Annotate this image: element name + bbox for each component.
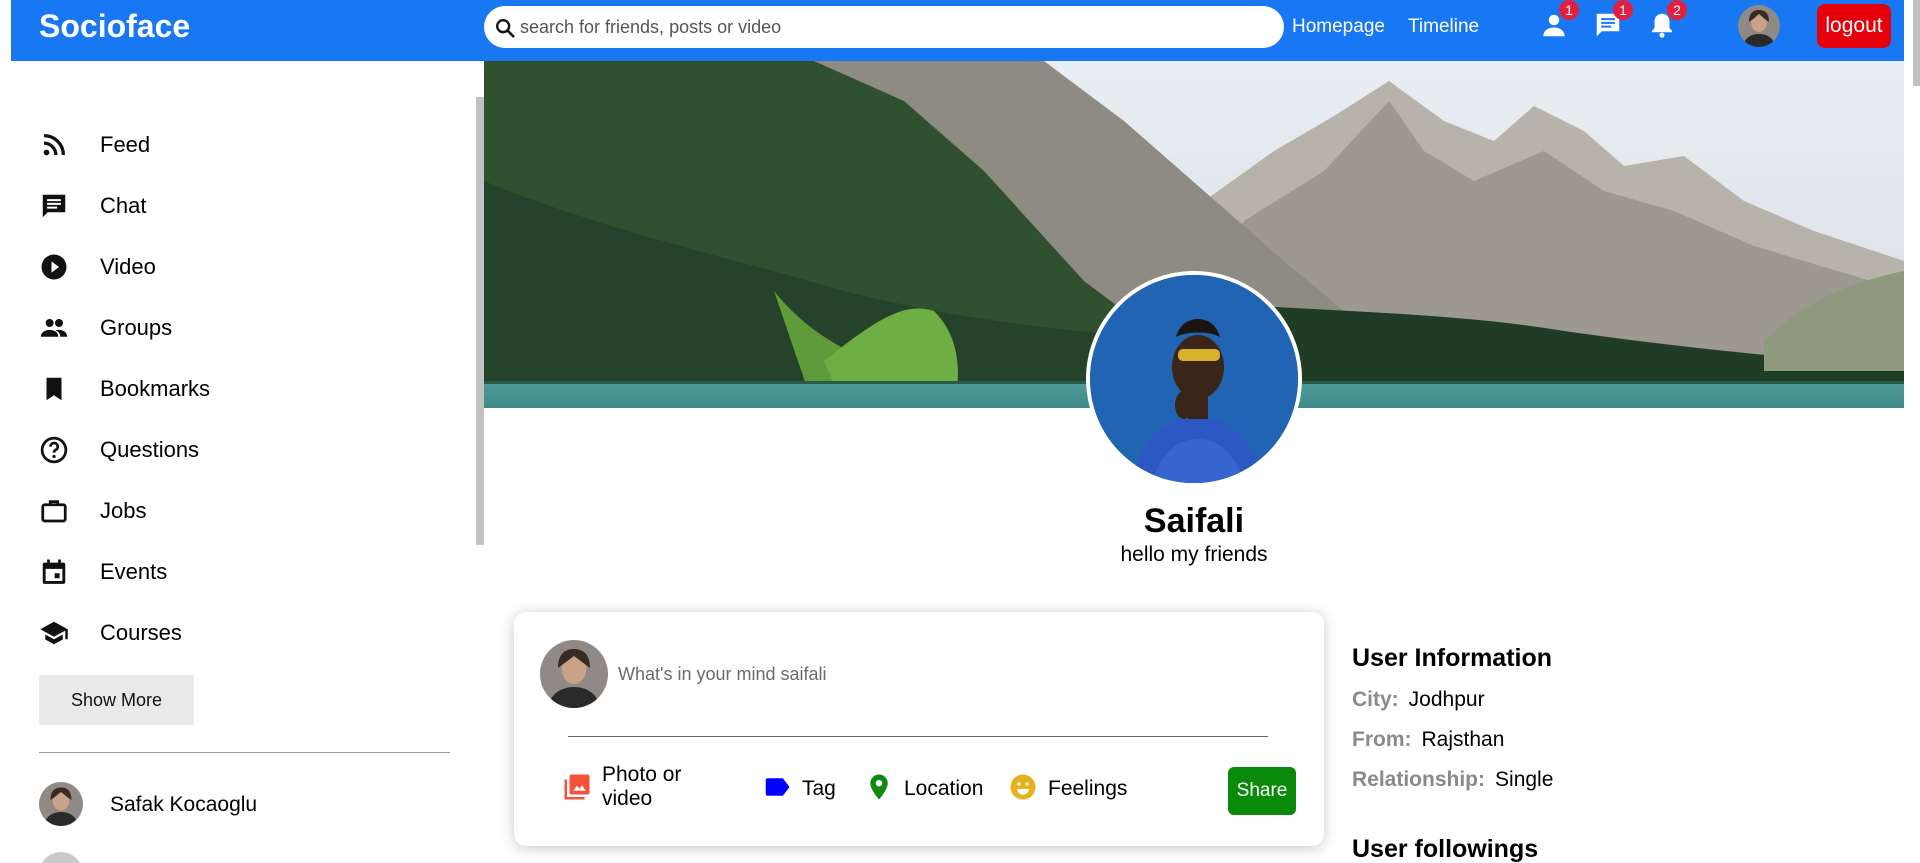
tag-label: Tag <box>802 777 836 800</box>
sidebar-item-label: Courses <box>100 620 182 645</box>
chat-icon <box>42 194 66 218</box>
sidebar-item-groups[interactable]: Groups <box>39 307 439 347</box>
school-icon <box>40 621 68 645</box>
info-city-row: City: Jodhpur <box>1352 688 1485 712</box>
friend-avatar <box>39 782 83 826</box>
notifications-button[interactable]: 2 <box>1647 0 1687 40</box>
sidebar-item-chat[interactable]: Chat <box>39 185 439 225</box>
sidebar-item-feed[interactable]: Feed <box>39 124 439 164</box>
rss-feed-icon <box>43 134 65 156</box>
messages-button[interactable]: 1 <box>1593 0 1633 40</box>
photo-video-label: Photo or video <box>602 763 682 810</box>
sidebar-item-video[interactable]: Video <box>39 246 439 286</box>
friend-name: Safak Kocaoglu <box>110 793 258 816</box>
info-from-key: From: <box>1352 728 1412 751</box>
sidebar-scrollbar[interactable] <box>476 97 484 545</box>
info-city-key: City: <box>1352 688 1399 711</box>
messages-badge: 1 <box>1613 0 1633 20</box>
post-text-input[interactable] <box>618 652 1278 696</box>
info-relationship-key: Relationship: <box>1352 768 1486 791</box>
notifications-badge: 2 <box>1667 0 1687 20</box>
sidebar-item-courses[interactable]: Courses <box>39 612 439 652</box>
share-user-avatar <box>540 640 608 708</box>
info-from-value: Rajsthan <box>1421 728 1505 751</box>
info-relationship-row: Relationship: Single <box>1352 768 1553 792</box>
sidebar-item-label: Events <box>100 559 168 584</box>
search-input[interactable] <box>520 6 1260 48</box>
share-divider <box>568 736 1268 737</box>
help-circle-icon <box>40 436 68 464</box>
sidebar-item-label: Chat <box>100 193 147 218</box>
calendar-icon <box>42 559 66 584</box>
sidebar-item-label: Questions <box>100 437 200 462</box>
sidebar-item-label: Groups <box>100 315 173 340</box>
friend-requests-badge: 1 <box>1559 0 1579 20</box>
sidebar-item-bookmarks[interactable]: Bookmarks <box>39 368 439 408</box>
play-circle-icon <box>41 254 67 280</box>
photo-library-icon <box>564 774 590 800</box>
search-icon <box>496 19 515 38</box>
profile-description: hello my friends <box>1120 543 1268 566</box>
friend-requests-button[interactable]: 1 <box>1539 0 1579 40</box>
label-tag-icon <box>765 778 790 796</box>
sidebar-item-questions[interactable]: Questions <box>39 429 439 469</box>
sidebar-item-events[interactable]: Events <box>39 551 439 591</box>
info-from-row: From: Rajsthan <box>1352 728 1504 752</box>
location-label: Location <box>904 777 984 800</box>
nav-timeline-link[interactable]: Timeline <box>1408 16 1479 38</box>
sidebar-item-label: Feed <box>100 132 151 157</box>
left-sidebar: Feed Chat Video Groups Bookmarks Questio… <box>11 61 478 863</box>
info-city-value: Jodhpur <box>1408 688 1485 711</box>
show-more-button[interactable]: Show More <box>39 675 194 725</box>
page-scrollbar[interactable] <box>1913 0 1920 86</box>
top-bar: Socioface Homepage Timeline 1 1 2 <box>11 0 1904 61</box>
location-pin-icon <box>870 774 888 800</box>
bookmark-icon <box>46 377 62 401</box>
user-followings-title: User followings <box>1352 835 1539 863</box>
app-logo[interactable]: Socioface <box>39 8 190 45</box>
sidebar-item-label: Jobs <box>100 498 147 523</box>
sidebar-item-label: Bookmarks <box>100 376 211 401</box>
share-button[interactable]: Share <box>1228 767 1296 815</box>
sidebar-item-jobs[interactable]: Jobs <box>39 490 439 530</box>
friend-list-item[interactable]: Safak Kocaoglu <box>39 782 439 828</box>
user-avatar[interactable] <box>1738 5 1780 47</box>
smiley-face-icon <box>1010 774 1036 800</box>
info-relationship-value: Single <box>1495 768 1554 791</box>
profile-picture[interactable] <box>1086 271 1302 487</box>
friend-avatar[interactable] <box>39 852 83 863</box>
groups-icon <box>40 319 68 337</box>
nav-homepage-link[interactable]: Homepage <box>1292 16 1385 38</box>
user-information-title: User Information <box>1352 644 1553 672</box>
sidebar-item-label: Video <box>100 254 156 279</box>
profile-name: Saifali <box>1143 502 1245 540</box>
logout-button[interactable]: logout <box>1817 4 1891 48</box>
share-post-card: Photo or video Tag Location Feelings Sha… <box>514 612 1324 846</box>
sidebar-divider <box>39 752 450 753</box>
feelings-label: Feelings <box>1048 777 1128 800</box>
briefcase-icon <box>41 500 67 523</box>
search-bar[interactable] <box>484 6 1284 48</box>
